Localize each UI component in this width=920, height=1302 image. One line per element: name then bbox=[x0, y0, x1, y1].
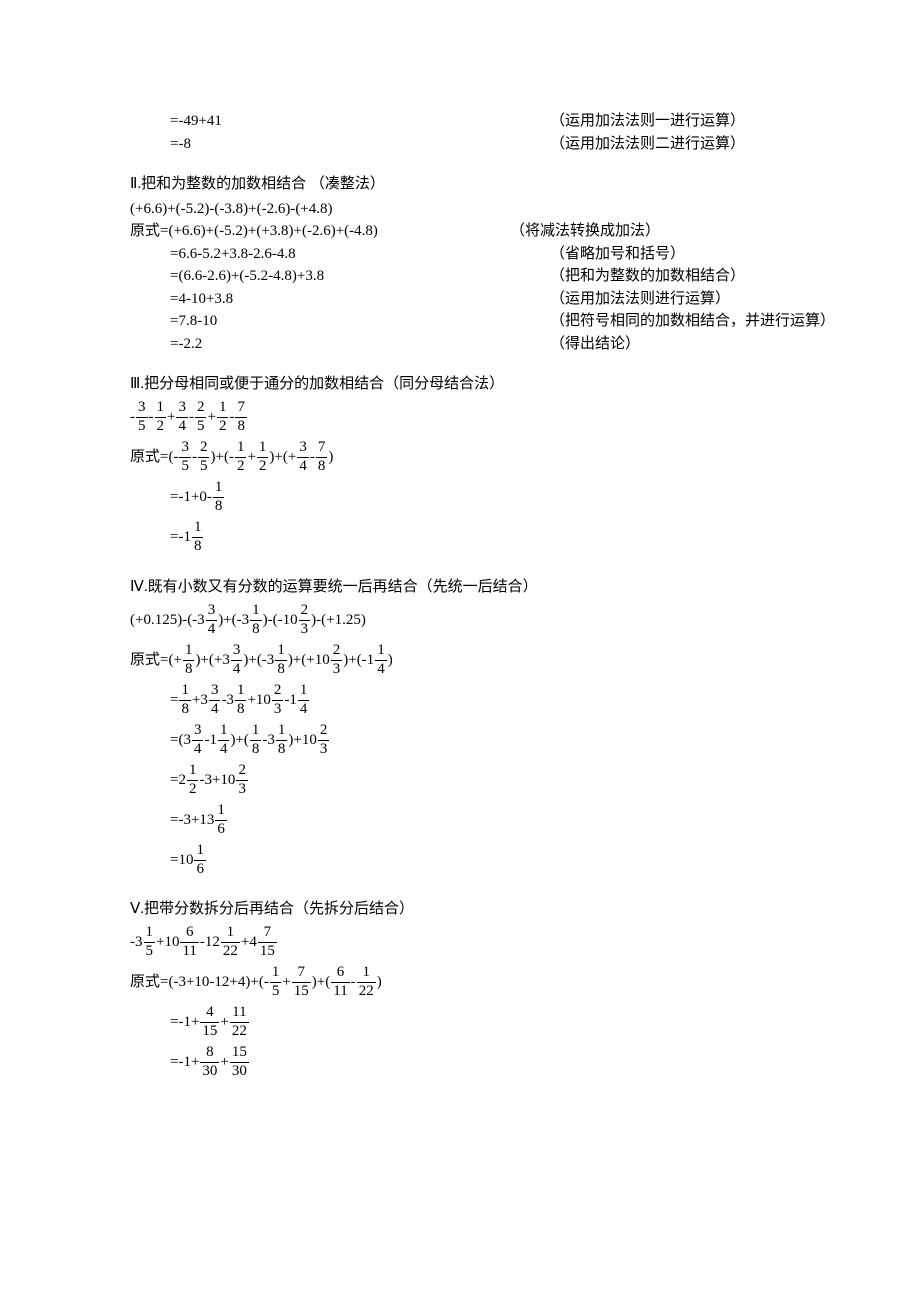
fraction: 34 bbox=[231, 643, 243, 678]
fraction: 122 bbox=[357, 965, 376, 1000]
fraction: 18 bbox=[276, 723, 288, 758]
step-note: （把符号相同的加数相结合，并进行运算） bbox=[550, 310, 835, 333]
fraction: 18 bbox=[250, 723, 262, 758]
fraction: 25 bbox=[195, 400, 207, 435]
section-5-step3: =-1+830+1530 bbox=[130, 1043, 790, 1083]
step-expr: =4-10+3.8 bbox=[130, 288, 550, 311]
step-expr: =-8 bbox=[130, 133, 550, 156]
fraction: 415 bbox=[200, 1005, 219, 1040]
fraction: 34 bbox=[176, 400, 188, 435]
step-note: （运用加法法则二进行运算） bbox=[550, 133, 745, 156]
section-1-steps: =-49+41 （运用加法法则一进行运算） =-8 （运用加法法则二进行运算） bbox=[130, 110, 790, 155]
step-note: （将减法转换成加法） bbox=[510, 220, 660, 243]
step-expr: 原式=(+6.6)+(-5.2)+(+3.8)+(-2.6)+(-4.8) bbox=[130, 220, 510, 243]
fraction: 35 bbox=[136, 400, 148, 435]
fraction: 23 bbox=[236, 763, 248, 798]
fraction: 715 bbox=[292, 965, 311, 1000]
fraction: 18 bbox=[275, 643, 287, 678]
fraction: 18 bbox=[235, 683, 247, 718]
fraction: 34 bbox=[192, 723, 204, 758]
section-3: Ⅲ.把分母相同或便于通分的加数相结合（同分母结合法） -35-12+34-25+… bbox=[130, 373, 790, 558]
fraction: 23 bbox=[318, 723, 330, 758]
fraction: 15 bbox=[270, 965, 282, 1000]
fraction: 14 bbox=[218, 723, 230, 758]
section-4-title: Ⅳ.既有小数又有分数的运算要统一后再结合（先统一后结合） bbox=[130, 576, 790, 599]
step-note: （省略加号和括号） bbox=[550, 243, 685, 266]
fraction: 611 bbox=[331, 965, 349, 1000]
section-4-step3: =(334-114)+(18-318)+1023 bbox=[130, 720, 790, 760]
fraction: 34 bbox=[209, 683, 221, 718]
step-expr: =6.6-5.2+3.8-2.6-4.8 bbox=[130, 243, 550, 266]
section-4-step4: =212-3+1023 bbox=[130, 760, 790, 800]
fraction: 15 bbox=[144, 925, 156, 960]
section-2-title: Ⅱ.把和为整数的加数相结合 （凑整法） bbox=[130, 173, 790, 196]
step-note: （把和为整数的加数相结合） bbox=[550, 265, 745, 288]
step-expr: =7.8-10 bbox=[130, 310, 550, 333]
fraction: 122 bbox=[221, 925, 240, 960]
fraction: 14 bbox=[298, 683, 310, 718]
section-4-step1: 原式=(+18)+(+334)+(-318)+(+1023)+(-114) bbox=[130, 640, 790, 680]
fraction: 12 bbox=[155, 400, 167, 435]
section-3-step3: =-1 18 bbox=[130, 518, 790, 558]
fraction: 35 bbox=[179, 440, 191, 475]
fraction: 16 bbox=[194, 843, 206, 878]
section-4: Ⅳ.既有小数又有分数的运算要统一后再结合（先统一后结合） (+0.125)-(-… bbox=[130, 576, 790, 881]
step-expr: =(6.6-2.6)+(-5.2-4.8)+3.8 bbox=[130, 265, 550, 288]
step-expr: =-49+41 bbox=[130, 110, 550, 133]
section-3-step2: =-1+0- 18 bbox=[130, 478, 790, 518]
step-note: （运用加法法则进行运算） bbox=[550, 288, 730, 311]
fraction: 16 bbox=[215, 803, 227, 838]
fraction: 715 bbox=[258, 925, 277, 960]
fraction: 23 bbox=[331, 643, 343, 678]
step-note: （得出结论） bbox=[550, 333, 640, 356]
section-5-step1: 原式=(-3+10-12+4)+(-15+715)+(611-122) bbox=[130, 963, 790, 1003]
fraction: 23 bbox=[299, 603, 311, 638]
fraction: 12 bbox=[187, 763, 199, 798]
section-3-title: Ⅲ.把分母相同或便于通分的加数相结合（同分母结合法） bbox=[130, 373, 790, 396]
section-2-problem: (+6.6)+(-5.2)-(-3.8)+(-2.6)-(+4.8) bbox=[130, 198, 790, 221]
fraction: 12 bbox=[217, 400, 229, 435]
section-3-problem: -35-12+34-25+12-78 bbox=[130, 398, 790, 438]
fraction: 12 bbox=[235, 440, 247, 475]
fraction: 611 bbox=[180, 925, 198, 960]
section-5-title: Ⅴ.把带分数拆分后再结合（先拆分后结合） bbox=[130, 898, 790, 921]
section-4-step5: =-3+1316 bbox=[130, 800, 790, 840]
fraction: 18 bbox=[179, 683, 191, 718]
fraction: 12 bbox=[257, 440, 269, 475]
fraction: 25 bbox=[198, 440, 210, 475]
fraction: 78 bbox=[316, 440, 328, 475]
section-4-step2: =18+334-318+1023-114 bbox=[130, 680, 790, 720]
section-3-step1: 原式 = (-35-25)+(-12+12)+(+34-78) bbox=[130, 438, 790, 478]
fraction: 34 bbox=[297, 440, 309, 475]
fraction: 830 bbox=[200, 1045, 219, 1080]
fraction: 23 bbox=[272, 683, 284, 718]
section-5-step2: =-1+415+1122 bbox=[130, 1003, 790, 1043]
fraction: 34 bbox=[206, 603, 218, 638]
fraction: 78 bbox=[235, 400, 247, 435]
fraction: 1122 bbox=[230, 1005, 249, 1040]
section-4-step6: =1016 bbox=[130, 840, 790, 880]
section-5: Ⅴ.把带分数拆分后再结合（先拆分后结合） -315+10611-12122+47… bbox=[130, 898, 790, 1083]
step-note: （运用加法法则一进行运算） bbox=[550, 110, 745, 133]
fraction: 18 bbox=[250, 603, 262, 638]
section-4-problem: (+0.125)-(-334)+(-318)-(-1023)-(+1.25) bbox=[130, 600, 790, 640]
fraction: 1530 bbox=[230, 1045, 249, 1080]
fraction: 14 bbox=[375, 643, 387, 678]
fraction: 18 bbox=[183, 643, 195, 678]
document-page: =-49+41 （运用加法法则一进行运算） =-8 （运用加法法则二进行运算） … bbox=[0, 0, 920, 1302]
step-expr: =-2.2 bbox=[130, 333, 550, 356]
section-5-problem: -315+10611-12122+4715 bbox=[130, 923, 790, 963]
section-2: Ⅱ.把和为整数的加数相结合 （凑整法） (+6.6)+(-5.2)-(-3.8)… bbox=[130, 173, 790, 355]
